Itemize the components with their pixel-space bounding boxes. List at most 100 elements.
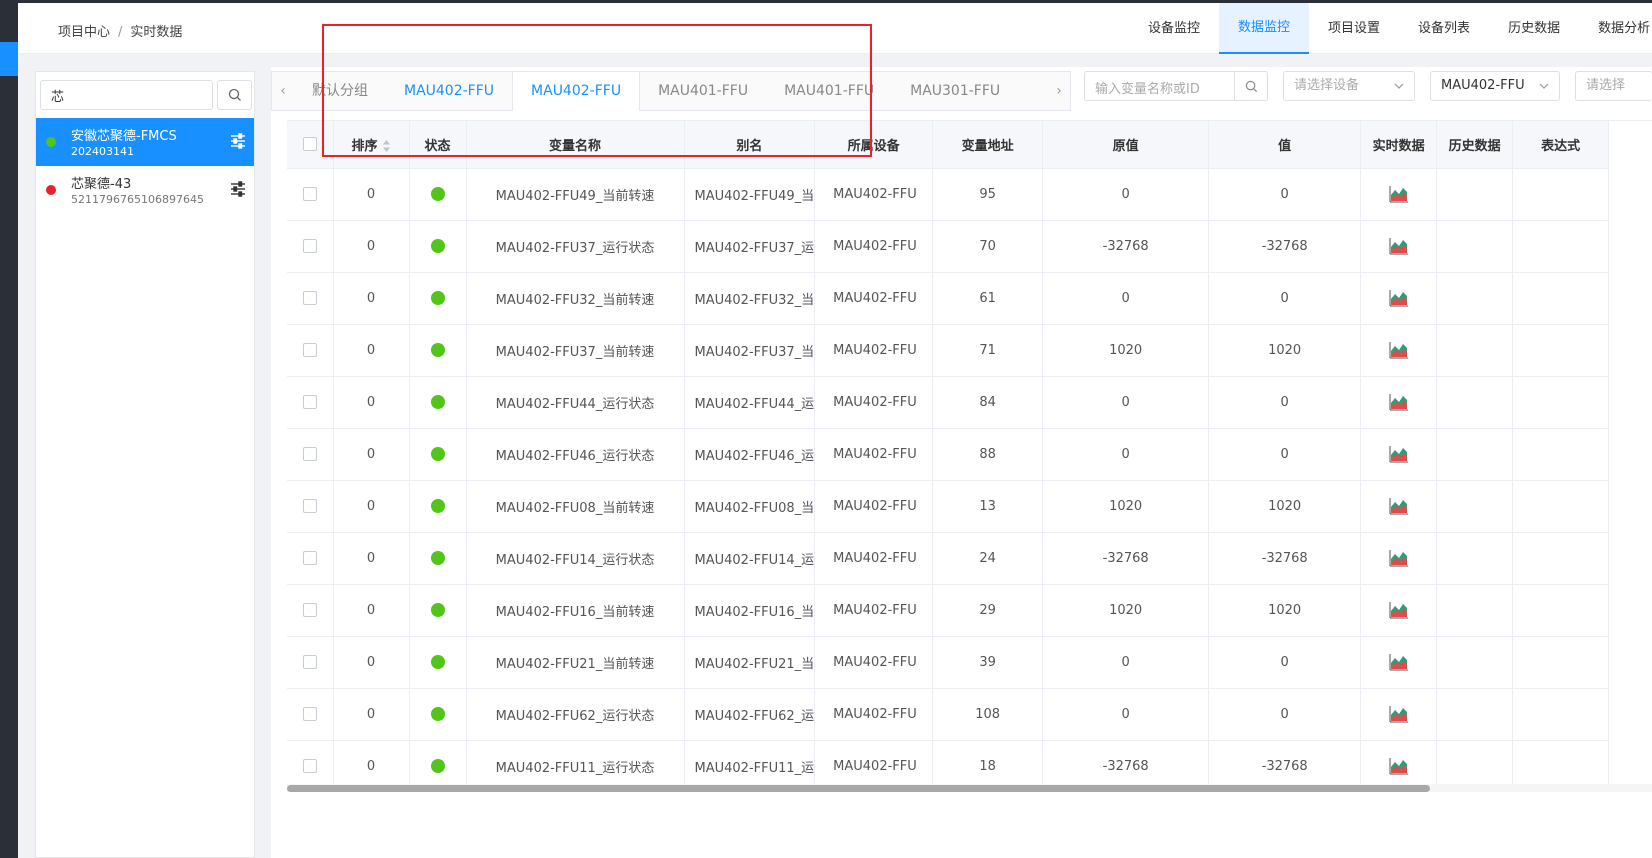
- cell-device: MAU402-FFU: [814, 584, 934, 637]
- area-chart-icon[interactable]: [1389, 445, 1409, 463]
- cell-history-data: [1436, 324, 1514, 377]
- area-chart-icon[interactable]: [1389, 601, 1409, 619]
- cell-history-data: [1436, 636, 1514, 689]
- header-value: 值: [1208, 121, 1362, 169]
- project-search-input[interactable]: [40, 80, 213, 110]
- table-row[interactable]: 0 MAU402-FFU11_运行状态 MAU402-FFU11_运 MAU402-F…: [287, 740, 1610, 785]
- table-row[interactable]: 0 MAU402-FFU14_运行状态 MAU402-FFU14_运 MAU402-F…: [287, 532, 1610, 585]
- cell-order: 0: [333, 584, 410, 637]
- project-item[interactable]: 安徽芯聚德-FMCS 202403141: [36, 118, 254, 166]
- topnav-item-device-list[interactable]: 设备列表: [1399, 3, 1489, 54]
- settings-sliders-icon[interactable]: [230, 181, 246, 197]
- table-row[interactable]: 0 MAU402-FFU44_运行状态 MAU402-FFU44_运 MAU402-F…: [287, 376, 1610, 429]
- breadcrumb-root[interactable]: 项目中心: [58, 25, 110, 40]
- project-search: [40, 80, 252, 110]
- table-row[interactable]: 0 MAU402-FFU37_当前转速 MAU402-FFU37_当 MAU402-F…: [287, 324, 1610, 377]
- tab-group[interactable]: MAU301-FFU: [892, 72, 1018, 110]
- row-checkbox[interactable]: [302, 291, 317, 305]
- table-row[interactable]: 0 MAU402-FFU62_运行状态 MAU402-FFU62_运 MAU402-F…: [287, 688, 1610, 741]
- select-all-checkbox[interactable]: [302, 137, 317, 152]
- header-address: 变量地址: [932, 121, 1044, 169]
- header-expression: 表达式: [1512, 121, 1610, 169]
- cell-address: 71: [932, 324, 1044, 377]
- extra-select[interactable]: 请选择: [1575, 71, 1652, 101]
- project-search-button[interactable]: [217, 80, 252, 110]
- area-chart-icon[interactable]: [1389, 653, 1409, 671]
- row-checkbox[interactable]: [302, 187, 317, 201]
- header-variable-name: 变量名称: [466, 121, 685, 169]
- area-chart-icon[interactable]: [1389, 705, 1409, 723]
- sort-icon[interactable]: [382, 139, 391, 153]
- cell-status: [409, 688, 467, 741]
- table-row[interactable]: 0 MAU402-FFU16_当前转速 MAU402-FFU16_当 MAU402-F…: [287, 584, 1610, 637]
- area-chart-icon[interactable]: [1389, 237, 1409, 255]
- table-row[interactable]: 0 MAU402-FFU32_当前转速 MAU402-FFU32_当 MAU402-F…: [287, 272, 1610, 325]
- settings-sliders-icon[interactable]: [230, 133, 246, 149]
- variable-search-button[interactable]: [1234, 72, 1267, 100]
- topnav-item-device-monitor[interactable]: 设备监控: [1129, 3, 1219, 54]
- area-chart-icon[interactable]: [1389, 549, 1409, 567]
- row-checkbox[interactable]: [302, 447, 317, 461]
- cell-realtime-chart: [1360, 740, 1438, 785]
- cell-value: 0: [1208, 688, 1362, 741]
- area-chart-icon[interactable]: [1389, 289, 1409, 307]
- cell-device: MAU402-FFU: [814, 272, 934, 325]
- variable-search-input[interactable]: 输入变量名称或ID: [1084, 71, 1268, 101]
- cell-address: 108: [932, 688, 1044, 741]
- cell-history-data: [1436, 272, 1514, 325]
- cell-order: 0: [333, 220, 410, 273]
- tab-group-active[interactable]: MAU402-FFU: [512, 72, 641, 111]
- area-chart-icon[interactable]: [1389, 185, 1409, 203]
- area-chart-icon[interactable]: [1389, 341, 1409, 359]
- table-row[interactable]: 0 MAU402-FFU21_当前转速 MAU402-FFU21_当 MAU402-F…: [287, 636, 1610, 689]
- row-checkbox[interactable]: [302, 343, 317, 357]
- row-checkbox[interactable]: [302, 759, 317, 773]
- topnav-item-data-monitor[interactable]: 数据监控: [1219, 3, 1310, 54]
- project-code: 5211796765106897645: [71, 193, 204, 206]
- breadcrumb: 项目中心 / 实时数据: [58, 21, 182, 40]
- row-checkbox[interactable]: [302, 655, 317, 669]
- status-dot-online: [430, 187, 445, 201]
- topnav-item-history-data[interactable]: 历史数据: [1489, 3, 1579, 54]
- horizontal-scrollbar[interactable]: [287, 784, 1652, 792]
- topnav-item-project-settings[interactable]: 项目设置: [1309, 3, 1399, 54]
- status-dot-online: [430, 291, 445, 305]
- main-panel: ‹ 默认分组 MAU402-FFU MAU402-FFU MAU401-FFU …: [271, 67, 1652, 858]
- cell-realtime-chart: [1360, 272, 1438, 325]
- tab-scroll-left-icon[interactable]: ‹: [272, 72, 294, 110]
- table-header-row: 排序 状态 变量名称 别名 所属设备 变量地址 原值 值 实时数据 历史数据 表…: [287, 121, 1610, 169]
- device-select[interactable]: 请选择设备: [1283, 71, 1415, 101]
- cell-variable-name: MAU402-FFU32_当前转速: [466, 272, 685, 325]
- area-chart-icon[interactable]: [1389, 393, 1409, 411]
- tab-group[interactable]: MAU402-FFU: [386, 72, 512, 110]
- row-select-cell: [287, 376, 334, 429]
- tab-default-group[interactable]: 默认分组: [294, 72, 386, 110]
- cell-device: MAU402-FFU: [814, 428, 934, 481]
- scrollbar-thumb[interactable]: [287, 785, 1430, 792]
- row-checkbox[interactable]: [302, 551, 317, 565]
- tab-group[interactable]: MAU401-FFU: [766, 72, 892, 110]
- row-checkbox[interactable]: [302, 707, 317, 721]
- row-checkbox[interactable]: [302, 395, 317, 409]
- table-row[interactable]: 0 MAU402-FFU46_运行状态 MAU402-FFU46_运 MAU402-F…: [287, 428, 1610, 481]
- cell-address: 13: [932, 480, 1044, 533]
- area-chart-icon[interactable]: [1389, 497, 1409, 515]
- table-row[interactable]: 0 MAU402-FFU37_运行状态 MAU402-FFU37_运 MAU402-F…: [287, 220, 1610, 273]
- cell-alias: MAU402-FFU37_运: [684, 220, 816, 273]
- group-select[interactable]: MAU402-FFU: [1430, 71, 1560, 101]
- project-item[interactable]: 芯聚德-43 5211796765106897645: [36, 166, 254, 214]
- cell-history-data: [1436, 168, 1514, 221]
- status-dot-online: [430, 551, 445, 565]
- table-row[interactable]: 0 MAU402-FFU08_当前转速 MAU402-FFU08_当 MAU402-F…: [287, 480, 1610, 533]
- tab-group[interactable]: MAU401-FFU: [640, 72, 766, 110]
- row-checkbox[interactable]: [302, 239, 317, 253]
- topnav-item-data-analysis[interactable]: 数据分析: [1579, 3, 1652, 54]
- area-chart-icon[interactable]: [1389, 757, 1409, 775]
- row-checkbox[interactable]: [302, 499, 317, 513]
- cell-value: 1020: [1208, 584, 1362, 637]
- table-row[interactable]: 0 MAU402-FFU49_当前转速 MAU402-FFU49_当 MAU402-F…: [287, 168, 1610, 221]
- tab-scroll-right-icon[interactable]: ›: [1048, 72, 1070, 110]
- row-checkbox[interactable]: [302, 603, 317, 617]
- sidebar-active-indicator[interactable]: [0, 42, 18, 76]
- header-order[interactable]: 排序: [333, 121, 410, 169]
